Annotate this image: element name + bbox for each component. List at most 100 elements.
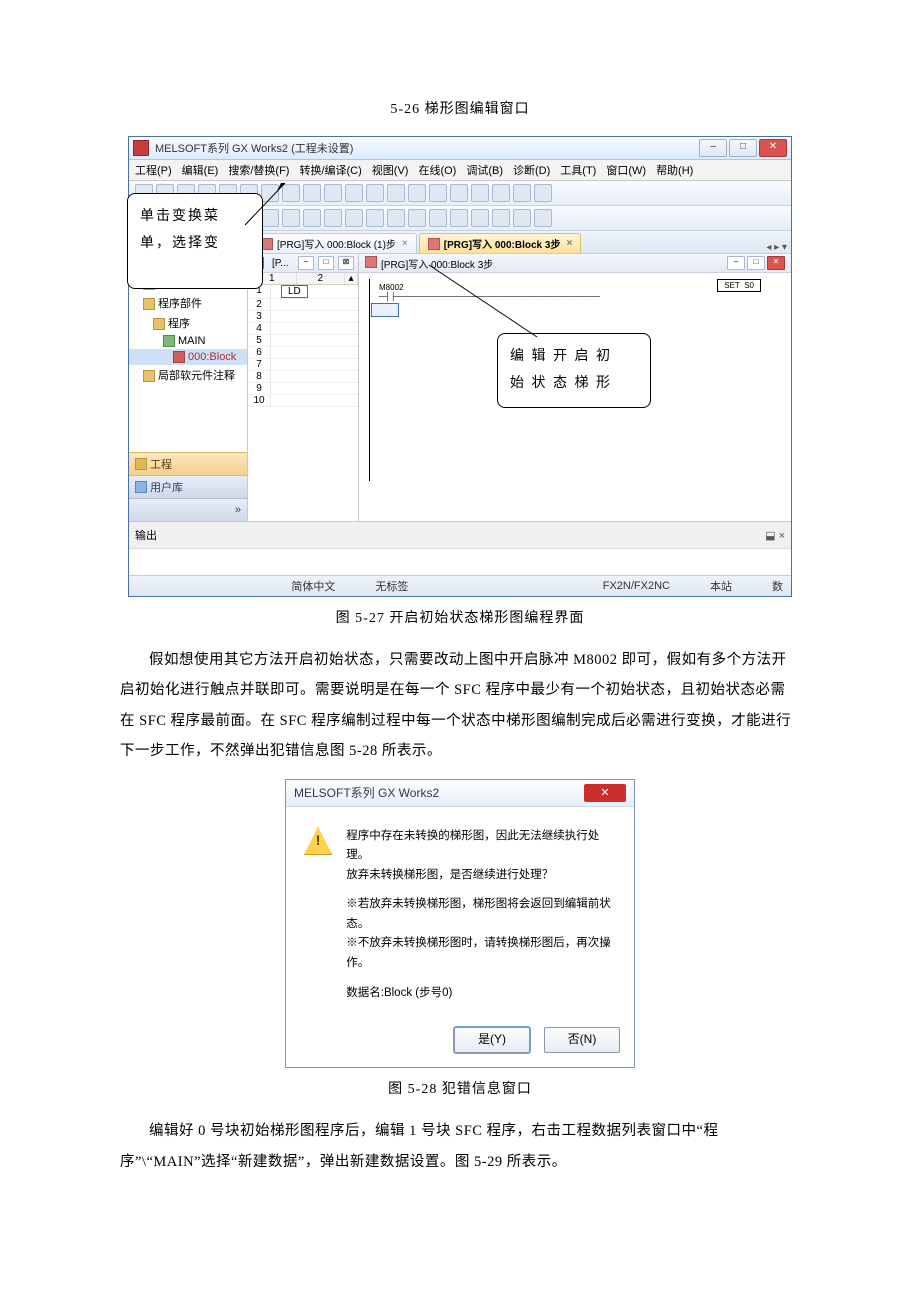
menu-edit[interactable]: 编辑(E): [182, 162, 219, 178]
menu-view[interactable]: 视图(V): [372, 162, 409, 178]
toolbar-button[interactable]: [429, 184, 447, 202]
document-tabbar: [PRG]写入 000:Block (1)步× [PRG]写入 000:Bloc…: [248, 231, 791, 254]
toolbar-button[interactable]: [471, 184, 489, 202]
toolbar-button[interactable]: [513, 209, 531, 227]
ladder-pane-title: [PRG]写入 000:Block 3步: [381, 260, 493, 271]
toolbar-button[interactable]: [324, 209, 342, 227]
toolbar-button[interactable]: [303, 184, 321, 202]
tab-close-icon[interactable]: ×: [566, 238, 572, 249]
toolbar-button[interactable]: [534, 184, 552, 202]
toolbar-button[interactable]: [261, 209, 279, 227]
toolbar-button[interactable]: [345, 209, 363, 227]
toolbar-button[interactable]: [534, 209, 552, 227]
tab-close-icon[interactable]: ×: [402, 238, 408, 249]
status-lang: 简体中文: [291, 578, 335, 594]
app-title: MELSOFT系列 GX Works2 (工程未设置): [155, 140, 699, 156]
toolbar-button[interactable]: [282, 184, 300, 202]
tree-item-program[interactable]: 程序: [129, 313, 247, 333]
dialog-message: 程序中存在未转换的梯形图，因此无法继续执行处理。 放弃未转换梯形图，是否继续进行…: [346, 827, 616, 1013]
menu-window[interactable]: 窗口(W): [606, 162, 646, 178]
doc-icon: [428, 238, 440, 250]
figure-5-28-caption: 图 5-28 犯错信息窗口: [120, 1078, 800, 1098]
sfc-step-pane: [P... – □ ⊠ 12▴ 1LD 2 3 4 5: [248, 254, 359, 521]
menu-find[interactable]: 搜索/替换(F): [228, 162, 289, 178]
toolbar-button[interactable]: [492, 209, 510, 227]
window-titlebar: MELSOFT系列 GX Works2 (工程未设置) – □ ✕: [129, 137, 791, 160]
close-button[interactable]: ✕: [759, 139, 787, 157]
mini-max-button[interactable]: □: [318, 256, 334, 270]
toolbar-button[interactable]: [261, 184, 279, 202]
gxworks-window: MELSOFT系列 GX Works2 (工程未设置) – □ ✕ 工程(P) …: [128, 136, 792, 597]
toolbar-button[interactable]: [366, 184, 384, 202]
ladder-selection-box: [371, 303, 399, 317]
figure-5-27-caption: 图 5-27 开启初始状态梯形图编程界面: [120, 607, 800, 627]
ladder-max-button[interactable]: □: [747, 256, 765, 270]
menu-online[interactable]: 在线(O): [418, 162, 456, 178]
status-plc: FX2N/FX2NC: [603, 580, 670, 592]
status-host: 本站: [710, 578, 732, 594]
figure-5-26-caption: 5-26 梯形图编辑窗口: [120, 98, 800, 118]
callout-edit-initial: 编 辑 开 启 初 始 状 态 梯 形: [497, 333, 651, 408]
sidebar-toggle-button[interactable]: »: [129, 498, 247, 521]
tree-item-prog-parts[interactable]: 程序部件: [129, 293, 247, 313]
ladder-set-coil: SET S0: [717, 279, 761, 292]
ladder-contact-label: M8002 ─┤├───────────────────────────────…: [379, 283, 600, 301]
output-panel-body: [129, 548, 791, 575]
toolbar-button[interactable]: [450, 209, 468, 227]
toolbar-button[interactable]: [345, 184, 363, 202]
status-tail: 数: [772, 578, 783, 594]
ld-cell[interactable]: LD: [281, 285, 308, 298]
status-bar: 简体中文 无标签 FX2N/FX2NC 本站 数: [129, 575, 791, 596]
toolbar-button[interactable]: [282, 209, 300, 227]
toolbar-button[interactable]: [324, 184, 342, 202]
dialog-no-button[interactable]: 否(N): [544, 1027, 620, 1053]
dialog-titlebar: MELSOFT系列 GX Works2 ✕: [286, 780, 634, 807]
mini-min-button[interactable]: –: [298, 256, 314, 270]
paragraph-1: 假如想使用其它方法开启初始状态，只需要改动上图中开启脉冲 M8002 即可，假如…: [120, 645, 800, 767]
tab-overflow-icon[interactable]: ◂ ▸ ▾: [766, 242, 787, 253]
warning-icon: [304, 827, 332, 855]
mini-title-text: [P...: [272, 258, 289, 269]
doc-icon: [365, 256, 377, 268]
toolbar-button[interactable]: [513, 184, 531, 202]
status-tag: 无标签: [375, 578, 408, 594]
toolbar-button[interactable]: [408, 184, 426, 202]
toolbar-button[interactable]: [408, 209, 426, 227]
tree-item-local-comment[interactable]: 局部软元件注释: [129, 365, 247, 385]
toolbar-button[interactable]: [450, 184, 468, 202]
callout-convert-menu: 单击变换菜 单，选择变: [127, 193, 263, 289]
menu-tool[interactable]: 工具(T): [560, 162, 596, 178]
toolbar-button[interactable]: [429, 209, 447, 227]
minimize-button[interactable]: –: [699, 139, 727, 157]
menu-help[interactable]: 帮助(H): [656, 162, 693, 178]
toolbar-button[interactable]: [366, 209, 384, 227]
paragraph-2: 编辑好 0 号块初始梯形图程序后，编辑 1 号块 SFC 程序，右击工程数据列表…: [120, 1116, 800, 1177]
toolbar-button[interactable]: [471, 209, 489, 227]
tab-block1step[interactable]: [PRG]写入 000:Block (1)步×: [252, 233, 417, 253]
sidebar-lib-button[interactable]: 用户库: [129, 475, 247, 498]
toolbar-button[interactable]: [492, 184, 510, 202]
toolbar-button[interactable]: [387, 184, 405, 202]
menu-debug[interactable]: 调试(B): [466, 162, 503, 178]
menu-diag[interactable]: 诊断(D): [513, 162, 550, 178]
output-pin-icon[interactable]: ⬓ ×: [765, 529, 785, 542]
tree-item-block0[interactable]: 000:Block: [129, 349, 247, 365]
menu-convert[interactable]: 转换/编译(C): [299, 162, 361, 178]
output-panel-header: 输出 ⬓ ×: [129, 521, 791, 548]
maximize-button[interactable]: □: [729, 139, 757, 157]
error-dialog: MELSOFT系列 GX Works2 ✕ 程序中存在未转换的梯形图，因此无法继…: [285, 779, 635, 1068]
toolbar-button[interactable]: [303, 209, 321, 227]
toolbar-button[interactable]: [387, 209, 405, 227]
menubar: 工程(P) 编辑(E) 搜索/替换(F) 转换/编译(C) 视图(V) 在线(O…: [129, 160, 791, 181]
dialog-title-text: MELSOFT系列 GX Works2: [294, 784, 584, 801]
dialog-yes-button[interactable]: 是(Y): [454, 1027, 530, 1053]
app-icon: [133, 140, 149, 156]
menu-project[interactable]: 工程(P): [135, 162, 172, 178]
tree-item-main[interactable]: MAIN: [129, 333, 247, 349]
ladder-close-button[interactable]: ✕: [767, 256, 785, 270]
tab-block3step[interactable]: [PRG]写入 000:Block 3步×: [419, 233, 582, 253]
sidebar-project-button[interactable]: 工程: [129, 452, 247, 475]
mini-close-button[interactable]: ⊠: [338, 256, 354, 270]
dialog-close-button[interactable]: ✕: [584, 784, 626, 802]
ladder-min-button[interactable]: –: [727, 256, 745, 270]
